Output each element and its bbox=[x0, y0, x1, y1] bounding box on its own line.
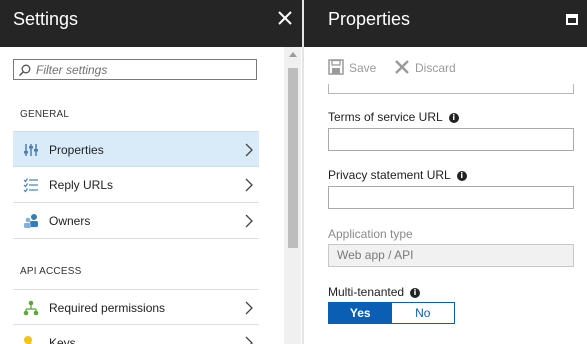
multi-tenanted-label-text: Multi-tenanted bbox=[328, 285, 405, 299]
info-icon[interactable]: i bbox=[410, 288, 421, 298]
save-icon bbox=[328, 59, 344, 75]
chevron-right-icon bbox=[245, 178, 253, 192]
terms-label-text: Terms of service URL bbox=[328, 110, 443, 124]
multi-tenanted-toggle: Yes No bbox=[328, 302, 455, 324]
privacy-label-text: Privacy statement URL bbox=[328, 168, 451, 182]
nav-item-label: Required permissions bbox=[49, 301, 166, 315]
settings-blade: Settings GENERAL Properties bbox=[0, 0, 302, 344]
chevron-right-icon bbox=[245, 143, 253, 157]
close-button[interactable] bbox=[276, 9, 294, 27]
nav-item-required-permissions[interactable]: Required permissions bbox=[13, 289, 259, 325]
nav-item-reply-urls[interactable]: Reply URLs bbox=[13, 167, 259, 203]
chevron-right-icon bbox=[245, 301, 253, 315]
reply-urls-icon bbox=[23, 178, 38, 193]
scrolled-field-input[interactable] bbox=[328, 84, 574, 94]
required-permissions-icon bbox=[23, 300, 39, 316]
nav-item-label: Keys bbox=[49, 336, 76, 344]
settings-header: Settings bbox=[0, 0, 302, 47]
privacy-statement-input[interactable] bbox=[328, 186, 574, 209]
general-nav-list: Properties Reply URLs Owners bbox=[13, 131, 259, 239]
nav-item-keys[interactable]: Keys bbox=[13, 325, 259, 344]
properties-icon bbox=[24, 144, 38, 156]
application-type-field: Web app / API bbox=[328, 244, 574, 267]
nav-item-properties[interactable]: Properties bbox=[13, 131, 259, 167]
chevron-right-icon bbox=[245, 336, 253, 344]
discard-button[interactable]: Discard bbox=[394, 59, 460, 77]
info-icon[interactable]: i bbox=[448, 113, 459, 123]
nav-item-owners[interactable]: Owners bbox=[13, 203, 259, 239]
save-button[interactable]: Save bbox=[328, 59, 378, 77]
privacy-statement-label: Privacy statement URL i bbox=[328, 168, 467, 182]
toggle-no-option[interactable]: No bbox=[391, 303, 454, 323]
chevron-right-icon bbox=[245, 214, 253, 228]
properties-blade: Properties Save Discard Terms of service… bbox=[304, 0, 587, 344]
discard-icon bbox=[395, 60, 409, 74]
keys-icon bbox=[24, 336, 36, 344]
filter-settings-input[interactable] bbox=[36, 61, 251, 78]
properties-header: Properties bbox=[304, 0, 587, 47]
search-icon bbox=[18, 64, 31, 77]
info-icon[interactable]: i bbox=[456, 171, 467, 181]
nav-item-label: Properties bbox=[49, 143, 104, 157]
application-type-label: Application type bbox=[328, 227, 413, 241]
nav-item-label: Owners bbox=[49, 214, 91, 228]
section-api-access: API ACCESS bbox=[20, 266, 82, 277]
nav-item-label: Reply URLs bbox=[49, 178, 114, 192]
multi-tenanted-label: Multi-tenanted i bbox=[328, 285, 421, 299]
maximize-icon[interactable] bbox=[566, 14, 578, 25]
command-bar: Save Discard bbox=[304, 47, 587, 87]
save-label: Save bbox=[349, 61, 377, 75]
properties-title: Properties bbox=[328, 9, 411, 29]
toggle-yes-option[interactable]: Yes bbox=[329, 303, 392, 323]
scroll-up-arrow-icon[interactable] bbox=[289, 52, 297, 57]
api-nav-list: Required permissions Keys bbox=[13, 289, 259, 344]
terms-of-service-label: Terms of service URL i bbox=[328, 110, 459, 124]
scrollbar-thumb[interactable] bbox=[288, 68, 298, 248]
close-icon bbox=[278, 11, 292, 25]
section-general: GENERAL bbox=[20, 109, 70, 120]
settings-title: Settings bbox=[13, 9, 79, 29]
terms-of-service-input[interactable] bbox=[328, 128, 574, 151]
filter-settings-box[interactable] bbox=[13, 59, 257, 80]
owners-icon bbox=[24, 214, 38, 228]
discard-label: Discard bbox=[415, 61, 456, 75]
